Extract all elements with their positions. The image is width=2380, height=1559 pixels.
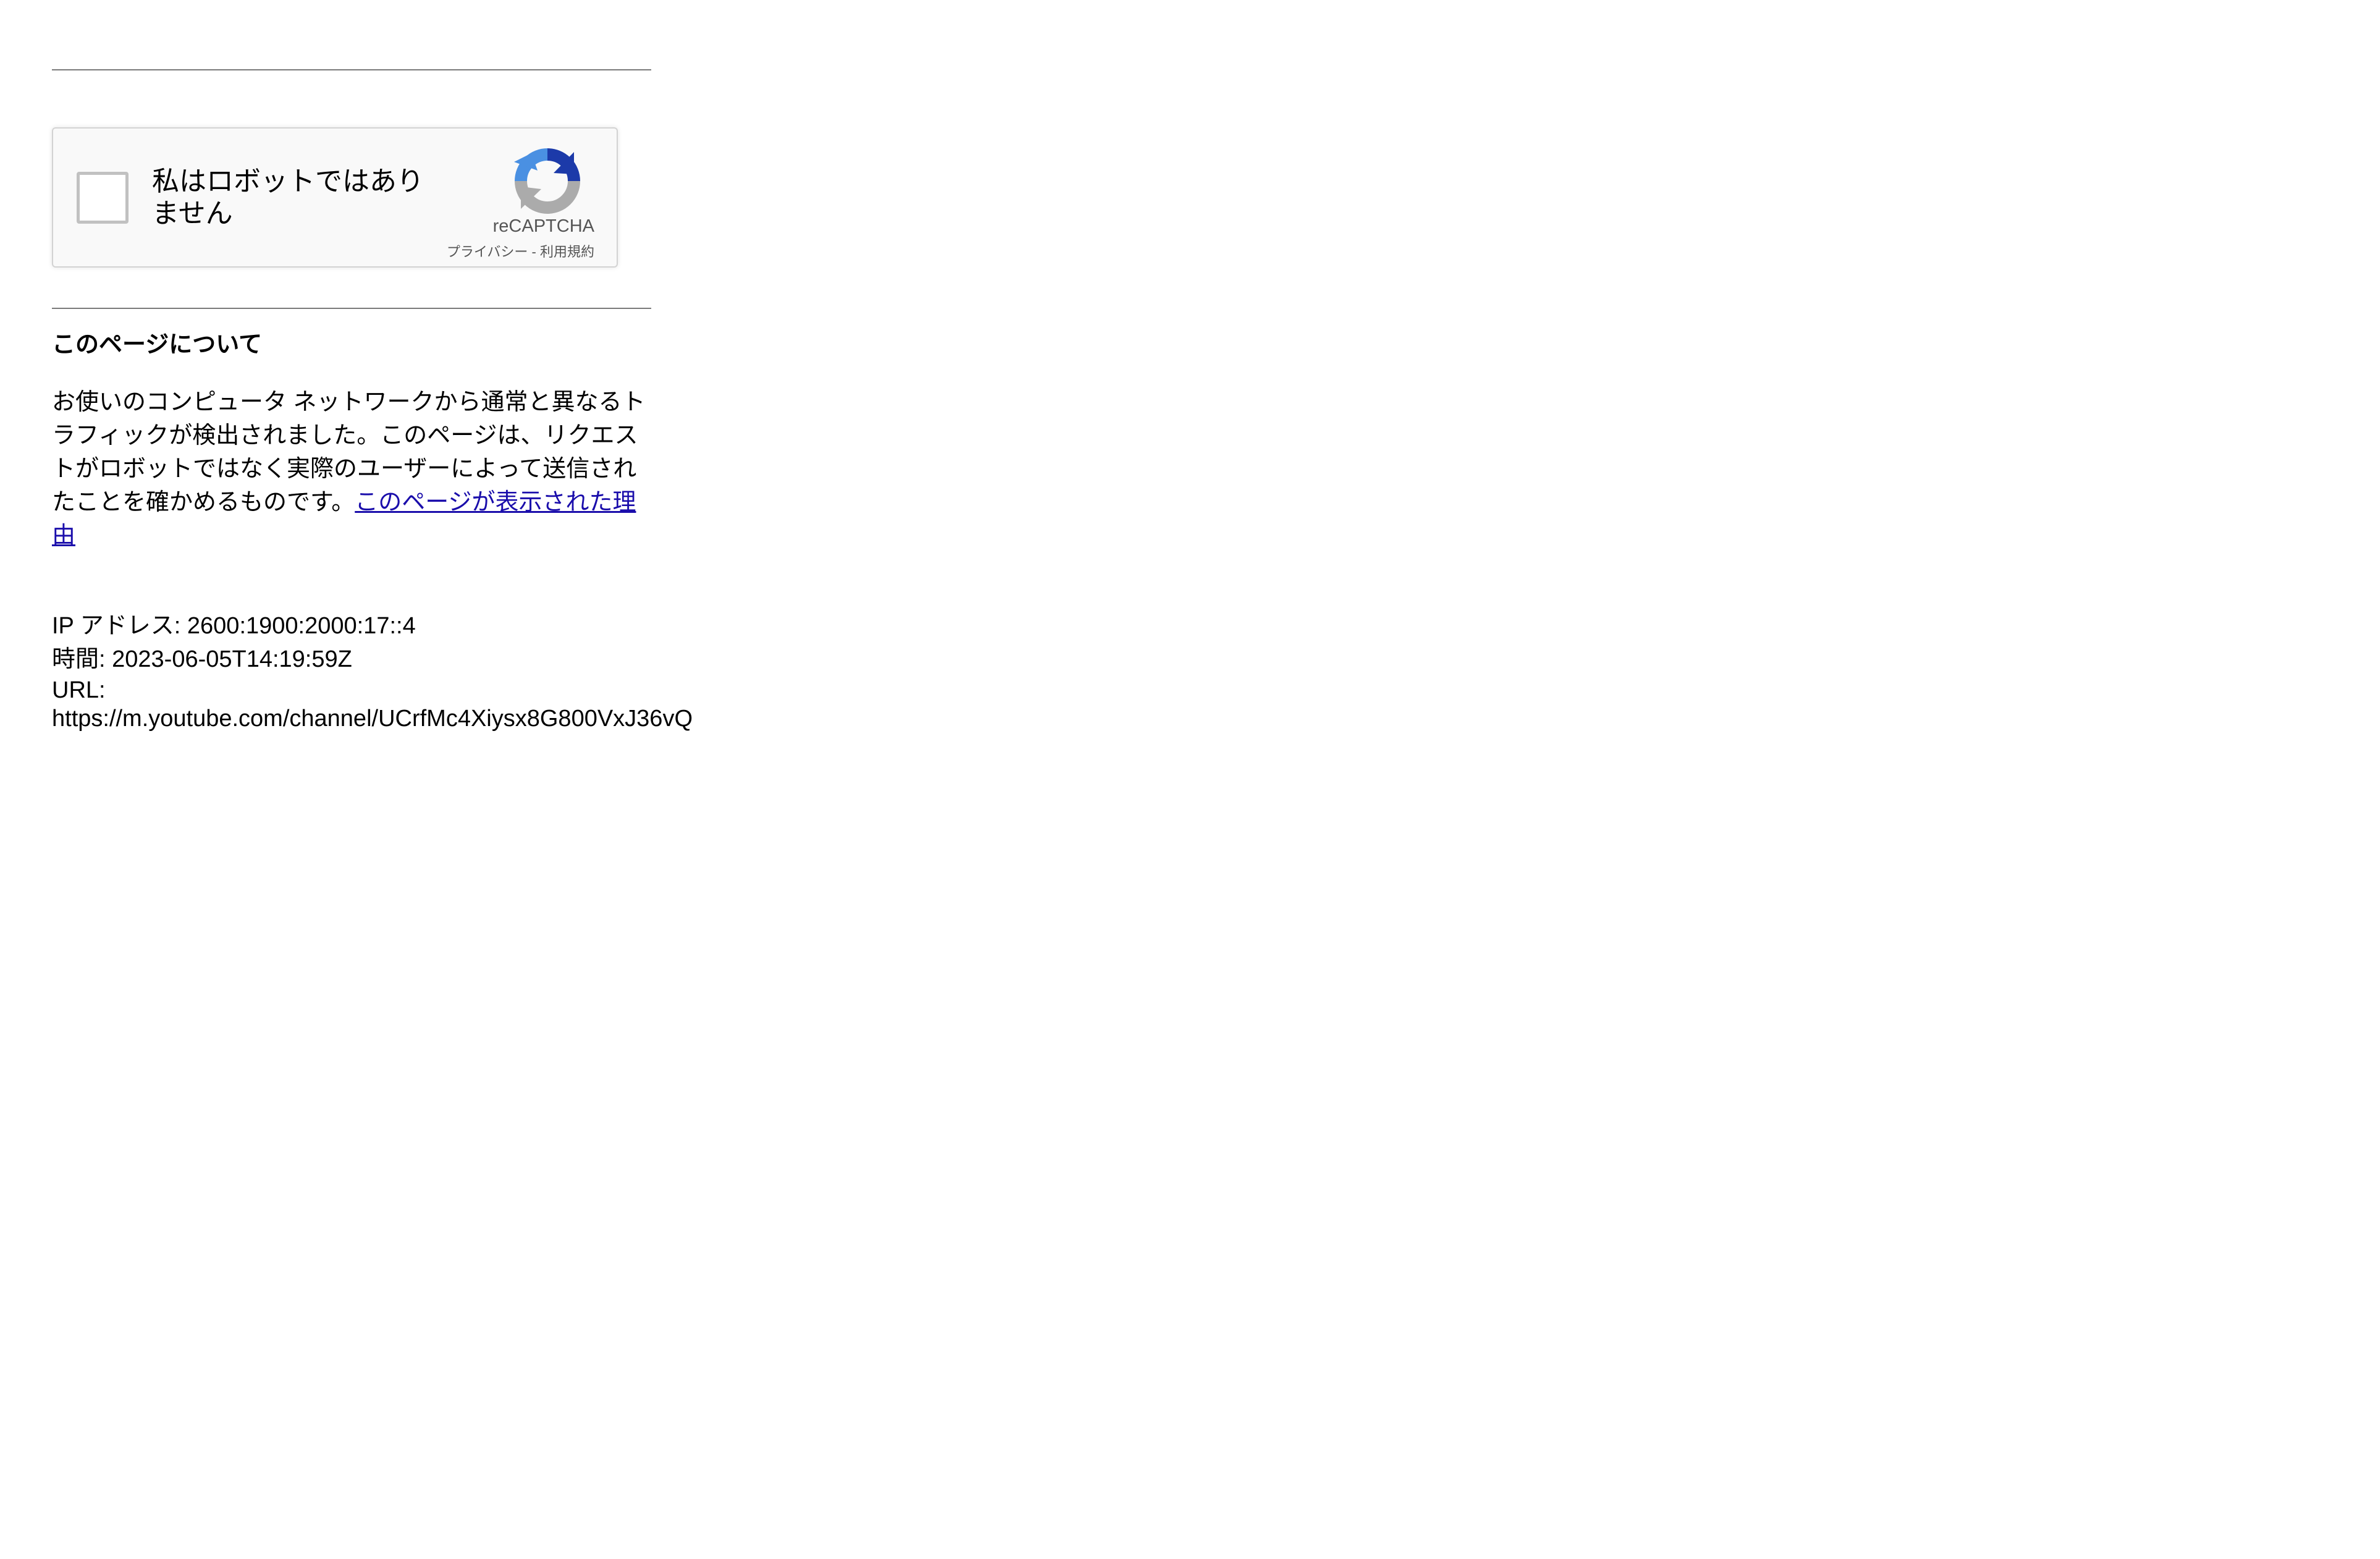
time-label: 時間: [52,646,106,672]
terms-link[interactable]: 利用規約 [540,244,594,260]
top-divider [52,69,651,70]
middle-divider [52,308,651,309]
time-value: 2023-06-05T14:19:59Z [112,646,352,672]
privacy-link[interactable]: プライバシー [447,244,528,260]
url-value: https://m.youtube.com/channel/UCrfMc4Xiy… [52,706,693,732]
recaptcha-terms: プライバシー - 利用規約 [447,241,594,261]
recaptcha-logo-icon [514,148,580,214]
ip-address-line: IP アドレス: 2600:1900:2000:17::4 [52,612,416,640]
recaptcha-brand: reCAPTCHA [492,216,594,236]
about-heading: このページについて [52,332,263,358]
recaptcha-widget: 私はロボットではありません reCAPTCHA プライバシー - 利用規約 [52,127,618,268]
time-line: 時間: 2023-06-05T14:19:59Z [52,645,352,674]
robot-checkbox-label[interactable]: 私はロボットではありません [152,166,442,230]
ip-value: 2600:1900:2000:17::4 [187,613,416,639]
robot-checkbox[interactable] [77,172,129,224]
terms-separator: - [528,244,540,260]
about-paragraph: お使いのコンピュータ ネットワークから通常と異なるトラフィックが検出されました。… [52,386,657,552]
url-label: URL: [52,677,106,703]
ip-label: IP アドレス: [52,613,181,639]
url-line: URL: https://m.youtube.com/channel/UCrfM… [52,676,693,733]
